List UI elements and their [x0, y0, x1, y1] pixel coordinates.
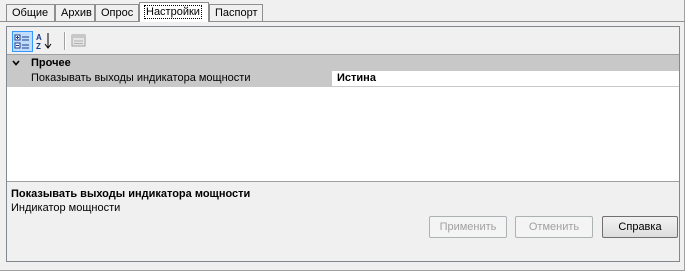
property-grid-toolbar: A Z — [7, 27, 679, 54]
tab-baseline — [0, 21, 685, 22]
tab-general[interactable]: Общие — [6, 4, 55, 21]
chevron-down-icon[interactable] — [11, 57, 21, 69]
cancel-button[interactable]: Отменить — [515, 216, 593, 238]
tab-label: Настройки — [144, 5, 202, 19]
toolbar-separator — [64, 32, 66, 50]
categorized-view-button[interactable] — [12, 31, 33, 52]
tab-archive[interactable]: Архив — [55, 4, 95, 21]
property-grid-view: Прочее Показывать выходы индикатора мощн… — [7, 54, 679, 182]
description-title: Показывать выходы индикатора мощности — [11, 188, 251, 200]
property-pages-button[interactable] — [69, 31, 90, 52]
tab-label: Архив — [61, 7, 92, 19]
property-row[interactable]: Показывать выходы индикатора мощности Ис… — [7, 71, 679, 87]
svg-text:Z: Z — [36, 42, 41, 50]
property-name[interactable]: Показывать выходы индикатора мощности — [29, 71, 332, 87]
sort-alphabetical-icon: A Z — [36, 33, 52, 51]
tab-settings[interactable]: Настройки — [139, 2, 209, 22]
apply-button[interactable]: Применить — [429, 216, 507, 238]
tab-label: Паспорт — [215, 7, 258, 19]
property-row-margin — [7, 71, 29, 87]
tab-passport[interactable]: Паспорт — [209, 4, 263, 21]
tab-poll[interactable]: Опрос — [95, 4, 139, 21]
property-pages-icon — [71, 34, 86, 47]
categorized-view-icon — [14, 34, 29, 49]
tab-strip: Общие Архив Опрос Настройки Паспорт — [0, 0, 685, 22]
row-divider — [7, 86, 679, 87]
category-row[interactable]: Прочее — [7, 55, 679, 71]
svg-text:A: A — [36, 33, 42, 42]
property-value[interactable]: Истина — [333, 71, 679, 87]
tab-label: Опрос — [101, 7, 134, 19]
category-label: Прочее — [31, 57, 71, 69]
tab-label: Общие — [12, 7, 49, 19]
description-text: Индикатор мощности — [11, 202, 121, 214]
sort-alphabetical-button[interactable]: A Z — [35, 31, 56, 52]
help-button[interactable]: Справка — [602, 216, 678, 238]
